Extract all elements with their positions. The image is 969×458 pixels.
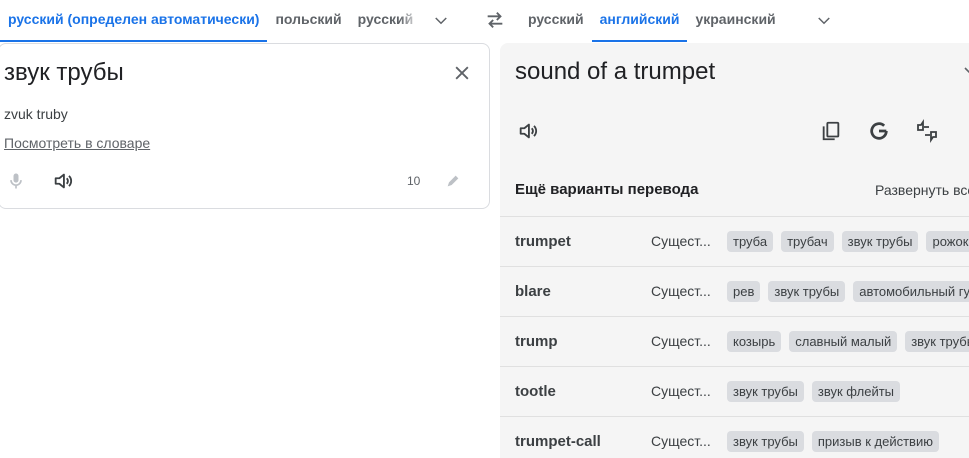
swap-languages-button[interactable]	[480, 6, 510, 34]
source-lang-more-button[interactable]	[421, 2, 461, 40]
listen-translation-button[interactable]	[515, 118, 541, 144]
alternative-row[interactable]: trumpet Сущест... труба трубач звук труб…	[500, 216, 969, 265]
back-translation-chip[interactable]: звук трубы	[727, 380, 804, 402]
listen-source-button[interactable]	[51, 169, 75, 193]
alternative-word: blare	[515, 282, 551, 300]
back-translation-chip[interactable]: звук трубы	[768, 280, 846, 302]
edit-button	[442, 170, 464, 192]
alternative-word: trump	[515, 332, 558, 350]
alternative-word: tootle	[515, 382, 556, 400]
part-of-speech: Сущест...	[651, 283, 711, 299]
copy-icon	[822, 121, 840, 141]
voice-input-button[interactable]	[4, 169, 28, 193]
speaker-icon	[519, 123, 538, 139]
close-icon	[455, 66, 469, 80]
translation-panel: sound of a trumpet	[500, 43, 969, 163]
back-translation-chip[interactable]: труба	[727, 230, 774, 252]
copy-translation-button[interactable]	[818, 118, 844, 144]
back-translation-chip[interactable]: рожок	[926, 230, 969, 252]
back-translation-chip[interactable]: звук трубы	[905, 330, 969, 352]
back-translation-chip[interactable]: автомобильный гудок	[853, 280, 969, 302]
back-translation-chip[interactable]: славный малый	[789, 330, 898, 352]
part-of-speech: Сущест...	[651, 433, 711, 449]
alternative-translations: Ещё варианты перевода Развернуть все tru…	[500, 163, 969, 458]
alternative-row[interactable]: trumpet-call Сущест... звук трубы призыв…	[500, 416, 969, 458]
microphone-icon	[10, 173, 22, 189]
source-text-input[interactable]: звук трубы	[4, 59, 124, 87]
translation-text: sound of a trumpet	[515, 58, 716, 85]
back-translation-chip[interactable]: звук трубы	[727, 430, 804, 452]
back-translations: звук трубы призыв к действию	[727, 430, 939, 452]
character-count: 10	[407, 174, 421, 188]
part-of-speech: Сущест...	[651, 233, 711, 249]
back-translations: звук трубы звук флейты	[727, 380, 901, 402]
pencil-icon	[447, 175, 459, 187]
expand-all-button[interactable]: Развернуть все	[875, 182, 969, 198]
target-lang-more-button[interactable]	[804, 2, 844, 40]
back-translation-chip[interactable]: козырь	[727, 330, 782, 352]
back-translations: труба трубач звук трубы рожок	[727, 230, 969, 252]
target-language-bar: русский английский украинский	[520, 0, 969, 42]
source-transliteration: zvuk truby	[4, 106, 68, 122]
source-language-bar: русский (определен автоматически) польск…	[0, 0, 470, 42]
swap-arrows-icon	[487, 12, 503, 28]
share-button[interactable]	[962, 118, 969, 144]
alternative-row[interactable]: tootle Сущест... звук трубы звук флейты	[500, 366, 969, 415]
target-lang-tab-ukrainian[interactable]: украинский	[687, 0, 783, 42]
source-lang-tab-detected[interactable]: русский (определен автоматически)	[0, 0, 268, 42]
part-of-speech: Сущест...	[651, 333, 711, 349]
more-options-icon[interactable]	[964, 65, 969, 77]
rate-translation-button[interactable]	[914, 118, 940, 144]
alternative-word: trumpet-call	[515, 432, 601, 450]
back-translation-chip[interactable]: призыв к действию	[811, 430, 939, 452]
alternative-word: trumpet	[515, 232, 571, 250]
feedback-icon	[917, 119, 937, 143]
back-translation-chip[interactable]: звук флейты	[811, 380, 901, 402]
source-lang-tab-polish[interactable]: польский	[267, 0, 349, 42]
part-of-speech: Сущест...	[651, 383, 711, 399]
chevron-down-icon	[817, 17, 830, 25]
back-translations: козырь славный малый звук трубы	[727, 330, 969, 352]
back-translation-chip[interactable]: рев	[727, 280, 761, 302]
dictionary-link[interactable]: Посмотреть в словаре	[4, 135, 150, 151]
clear-source-button[interactable]	[449, 60, 475, 86]
target-lang-tab-russian[interactable]: русский	[520, 0, 592, 42]
share-icon	[964, 120, 969, 142]
google-g-icon	[870, 122, 888, 140]
alternative-row[interactable]: trump Сущест... козырь славный малый зву…	[500, 316, 969, 365]
alternative-row[interactable]: blare Сущест... рев звук трубы автомобил…	[500, 266, 969, 315]
source-lang-tab-russian[interactable]: русский	[350, 0, 422, 42]
back-translation-chip[interactable]: трубач	[781, 230, 834, 252]
speaker-icon	[54, 173, 73, 189]
target-lang-tab-english[interactable]: английский	[591, 0, 688, 42]
source-text-panel: звук трубы zvuk truby Посмотреть в слова…	[0, 43, 490, 209]
google-search-button[interactable]	[866, 118, 892, 144]
chevron-down-icon	[435, 17, 448, 25]
back-translation-chip[interactable]: звук трубы	[841, 230, 919, 252]
back-translations: рев звук трубы автомобильный гудок	[727, 280, 969, 302]
alternatives-title: Ещё варианты перевода	[515, 181, 699, 198]
